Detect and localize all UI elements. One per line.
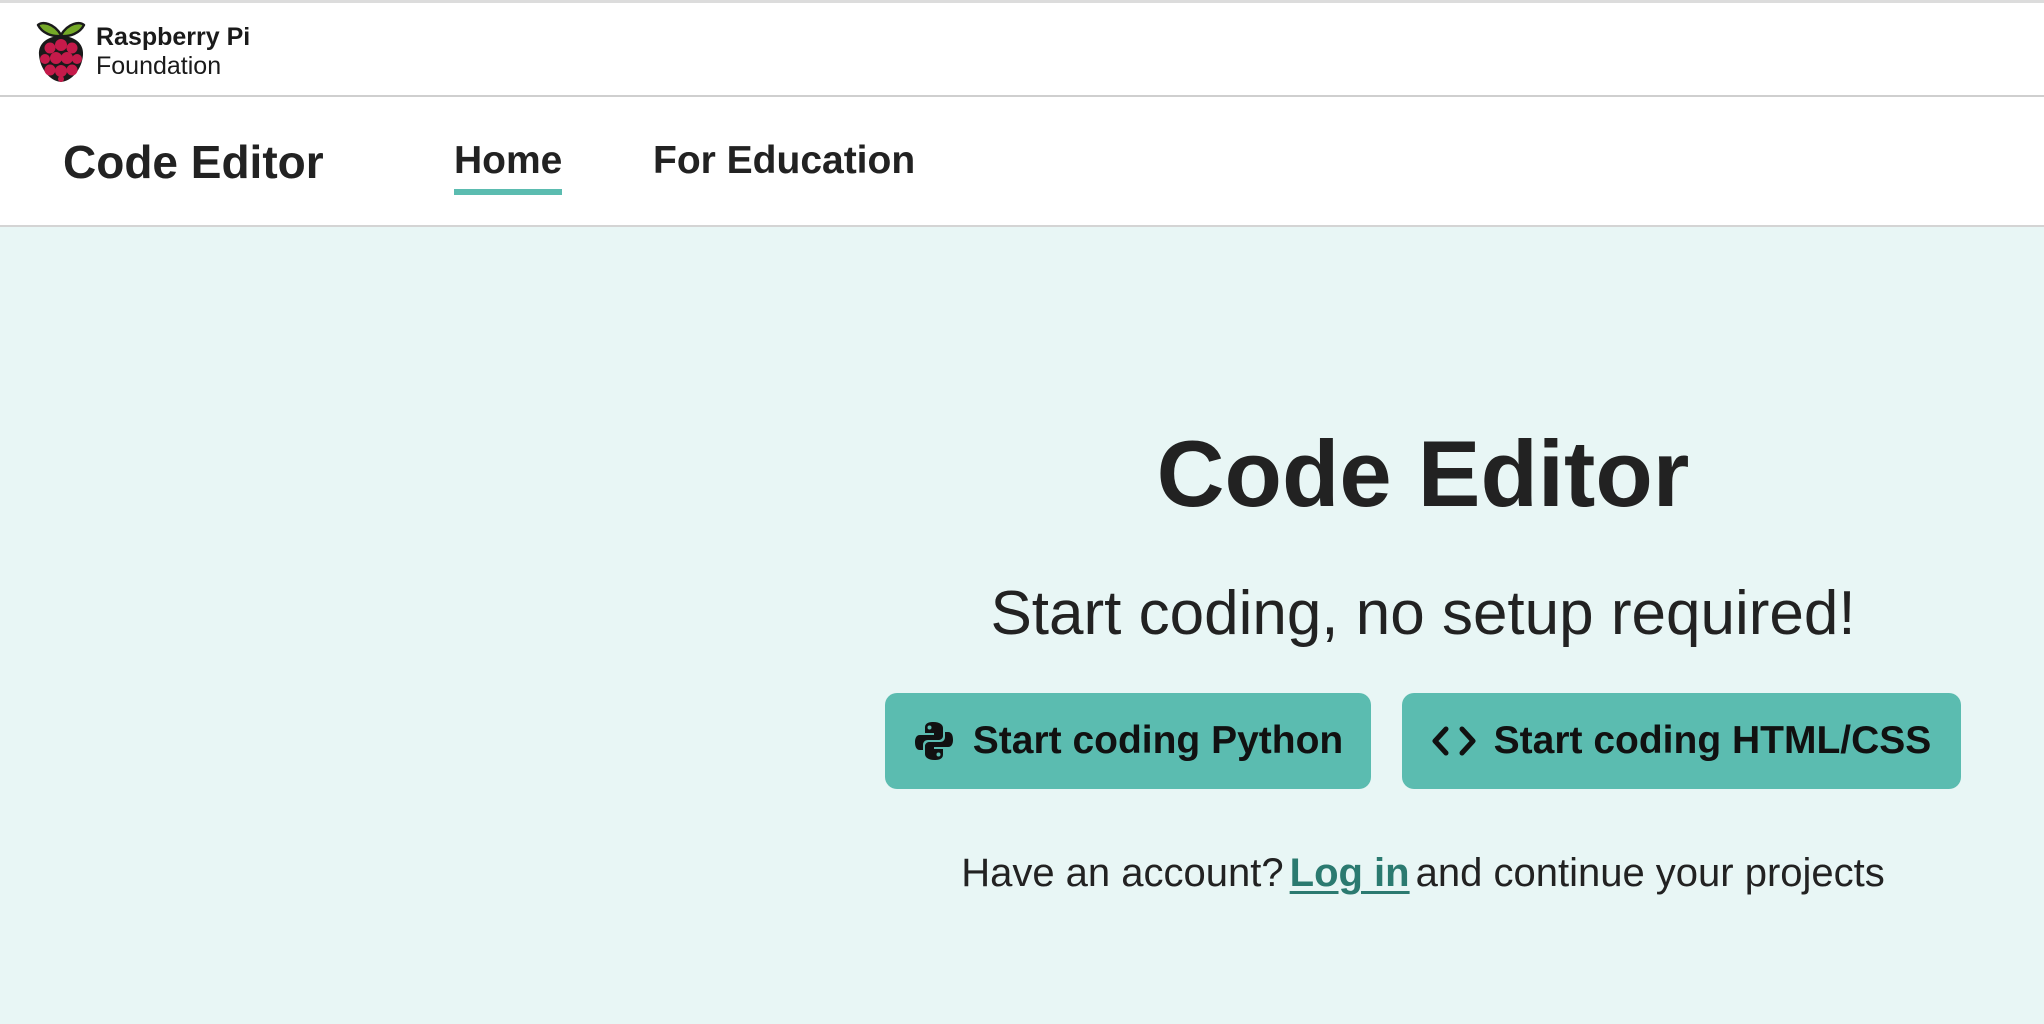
- python-icon: [913, 720, 955, 762]
- site-title[interactable]: Code Editor: [63, 135, 324, 189]
- login-prompt-prefix: Have an account?: [961, 851, 1284, 895]
- nav-link-for-education[interactable]: For Education: [653, 139, 915, 183]
- brand-text: Raspberry Pi Foundation: [96, 23, 250, 81]
- hero-subtitle: Start coding, no setup required!: [990, 579, 1856, 648]
- hero-section: Code Editor Start coding, no setup requi…: [0, 227, 2044, 1024]
- brand-name-line1: Raspberry Pi: [96, 23, 251, 51]
- start-coding-python-label: Start coding Python: [972, 719, 1344, 762]
- raspberry-pi-foundation-brand[interactable]: Raspberry Pi Foundation: [34, 19, 250, 85]
- start-coding-html-css-label: Start coding HTML/CSS: [1493, 719, 1932, 762]
- main-navigation: Code Editor Home For Education: [0, 97, 2044, 227]
- login-prompt: Have an account? Log in and continue your …: [885, 851, 1961, 896]
- code-brackets-icon: [1432, 723, 1476, 759]
- login-link[interactable]: Log in: [1290, 851, 1410, 895]
- start-coding-html-css-button[interactable]: Start coding HTML/CSS: [1402, 693, 1961, 789]
- nav-link-home[interactable]: Home: [454, 139, 563, 195]
- login-prompt-suffix: and continue your projects: [1415, 851, 1885, 895]
- start-coding-python-button[interactable]: Start coding Python: [885, 693, 1371, 789]
- organization-bar: Raspberry Pi Foundation: [0, 0, 2044, 97]
- raspberry-logo-icon: [36, 21, 86, 82]
- hero-title: Code Editor: [1156, 421, 1690, 526]
- brand-name-line2: Foundation: [96, 52, 222, 80]
